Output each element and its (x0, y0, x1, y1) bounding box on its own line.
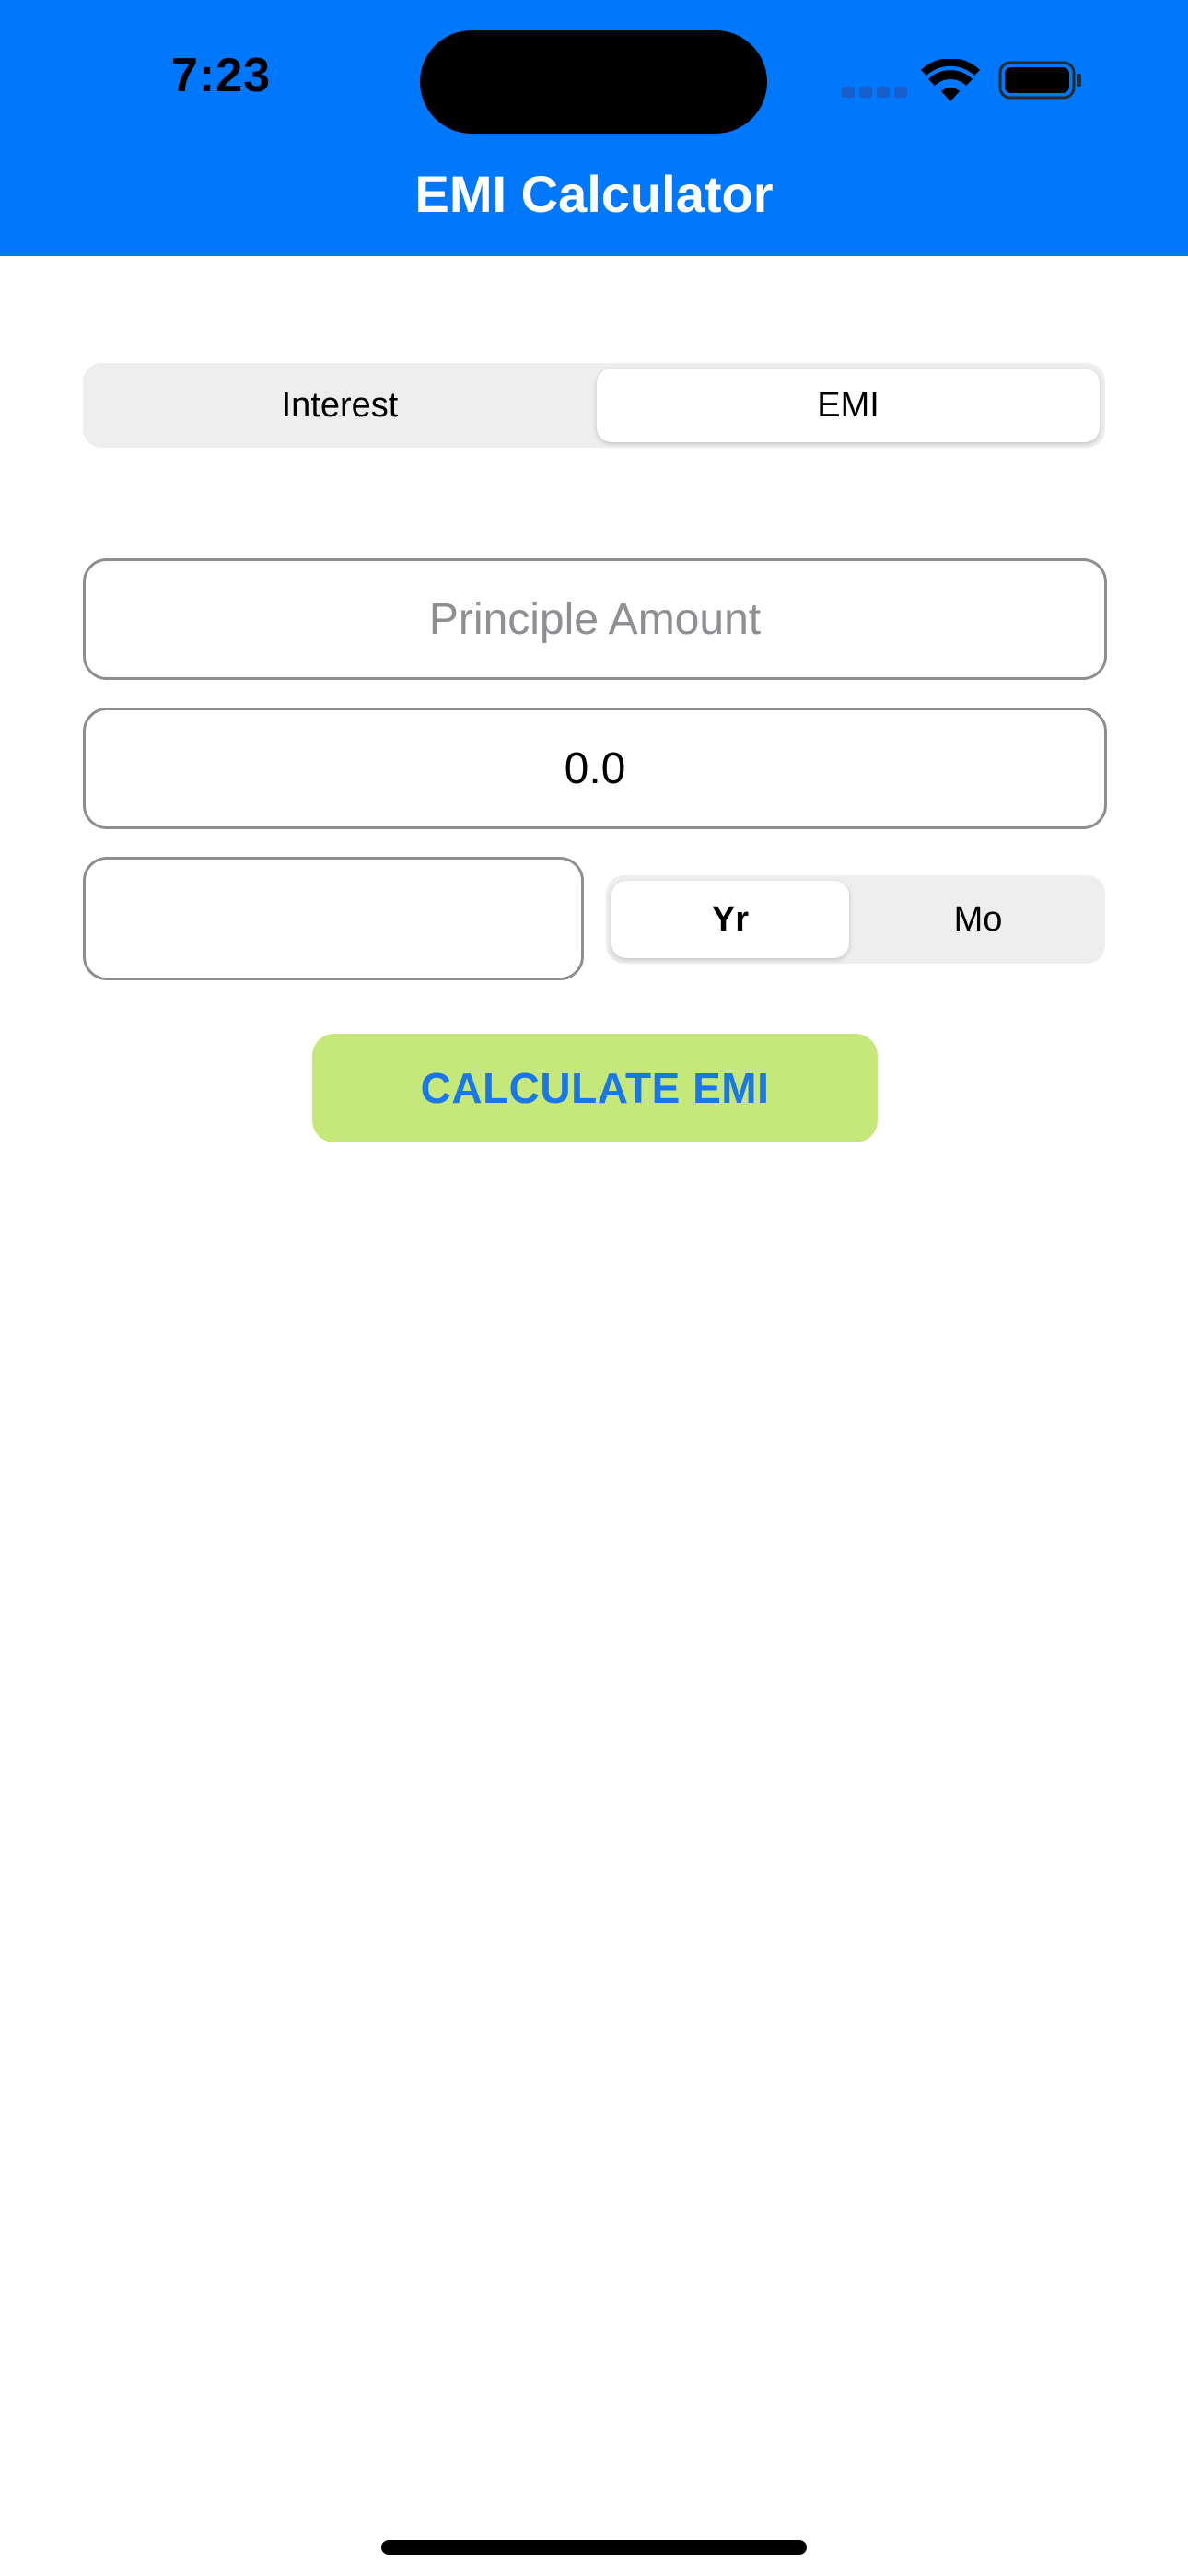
calculate-emi-button[interactable]: CALCULATE EMI (312, 1034, 878, 1142)
dynamic-island (420, 30, 767, 134)
segment-emi[interactable]: EMI (597, 369, 1100, 442)
home-indicator[interactable] (381, 2540, 807, 2555)
navigation-header: 7:23 EMI Calculator (0, 0, 1188, 256)
wifi-icon (921, 59, 980, 101)
segment-months[interactable]: Mo (856, 881, 1100, 958)
mode-segmented-control[interactable]: Interest EMI (83, 363, 1105, 448)
status-bar-time: 7:23 (171, 49, 272, 102)
cellular-signal-icon (842, 87, 907, 98)
interest-rate-input[interactable]: 0.0 (83, 708, 1107, 829)
principle-amount-input[interactable]: Principle Amount (83, 558, 1107, 680)
tenure-input[interactable] (83, 857, 584, 980)
page-title: EMI Calculator (414, 165, 774, 223)
battery-icon (998, 61, 1081, 100)
segment-interest[interactable]: Interest (88, 369, 591, 442)
segment-years[interactable]: Yr (611, 881, 849, 958)
tenure-unit-segmented-control[interactable]: Yr Mo (606, 875, 1105, 964)
